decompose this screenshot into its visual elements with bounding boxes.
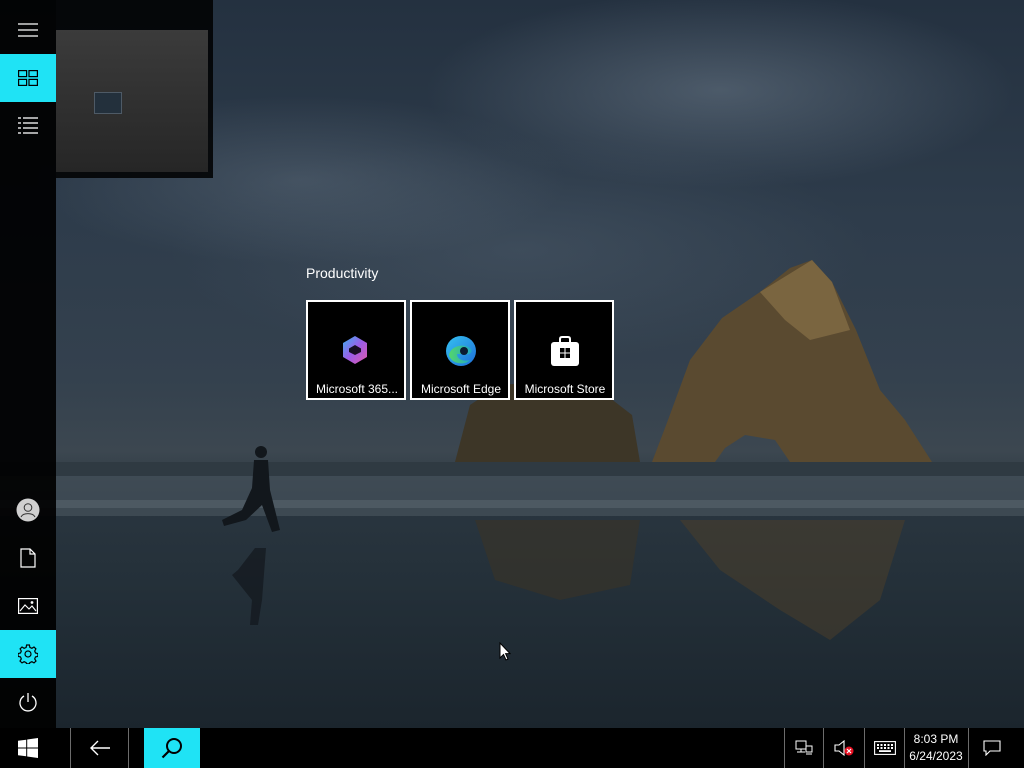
tile-label: Microsoft Store [524,382,606,396]
clock[interactable]: 8:03 PM 6/24/2023 [905,728,967,768]
search-icon[interactable] [144,728,200,768]
group-title[interactable]: Productivity [306,265,378,281]
store-icon [549,335,581,371]
documents-icon[interactable] [0,534,56,582]
taskbar-separator [128,728,129,768]
touch-keyboard-icon[interactable] [866,728,904,768]
clock-time: 8:03 PM [913,732,959,746]
mouse-cursor [499,641,512,665]
taskbar-separator [784,728,785,768]
app-window-thumbnail-icon [94,92,122,114]
recent-app-thumbnail[interactable] [56,30,208,172]
all-apps-tiles-icon[interactable] [0,54,56,102]
volume-muted-icon[interactable] [825,728,863,768]
network-icon[interactable] [786,728,822,768]
tile-label: Microsoft Edge [420,382,502,396]
start-menu-rail [0,0,56,728]
app-list-icon[interactable] [0,102,56,150]
taskbar-separator [968,728,969,768]
taskbar: 8:03 PM 6/24/2023 [0,728,1024,768]
edge-icon [445,335,477,371]
recent-app-preview-panel[interactable] [56,0,213,178]
power-icon[interactable] [0,678,56,726]
menu-icon[interactable] [0,6,56,54]
tile-microsoft-store[interactable]: Microsoft Store [514,300,614,400]
clock-date: 6/24/2023 [909,749,963,763]
pictures-icon[interactable] [0,582,56,630]
user-account-icon[interactable] [0,486,56,534]
taskbar-separator [823,728,824,768]
settings-gear-icon[interactable] [0,630,56,678]
windows-logo-icon[interactable] [0,728,56,768]
taskbar-separator [864,728,865,768]
taskbar-separator [70,728,71,768]
tile-label: Microsoft 365... [315,382,399,396]
microsoft-365-icon [341,335,369,369]
action-center-icon[interactable] [970,728,1014,768]
back-arrow-icon[interactable] [72,728,127,768]
tile-microsoft-edge[interactable]: Microsoft Edge [410,300,510,400]
tile-microsoft-365[interactable]: Microsoft 365... [306,300,406,400]
